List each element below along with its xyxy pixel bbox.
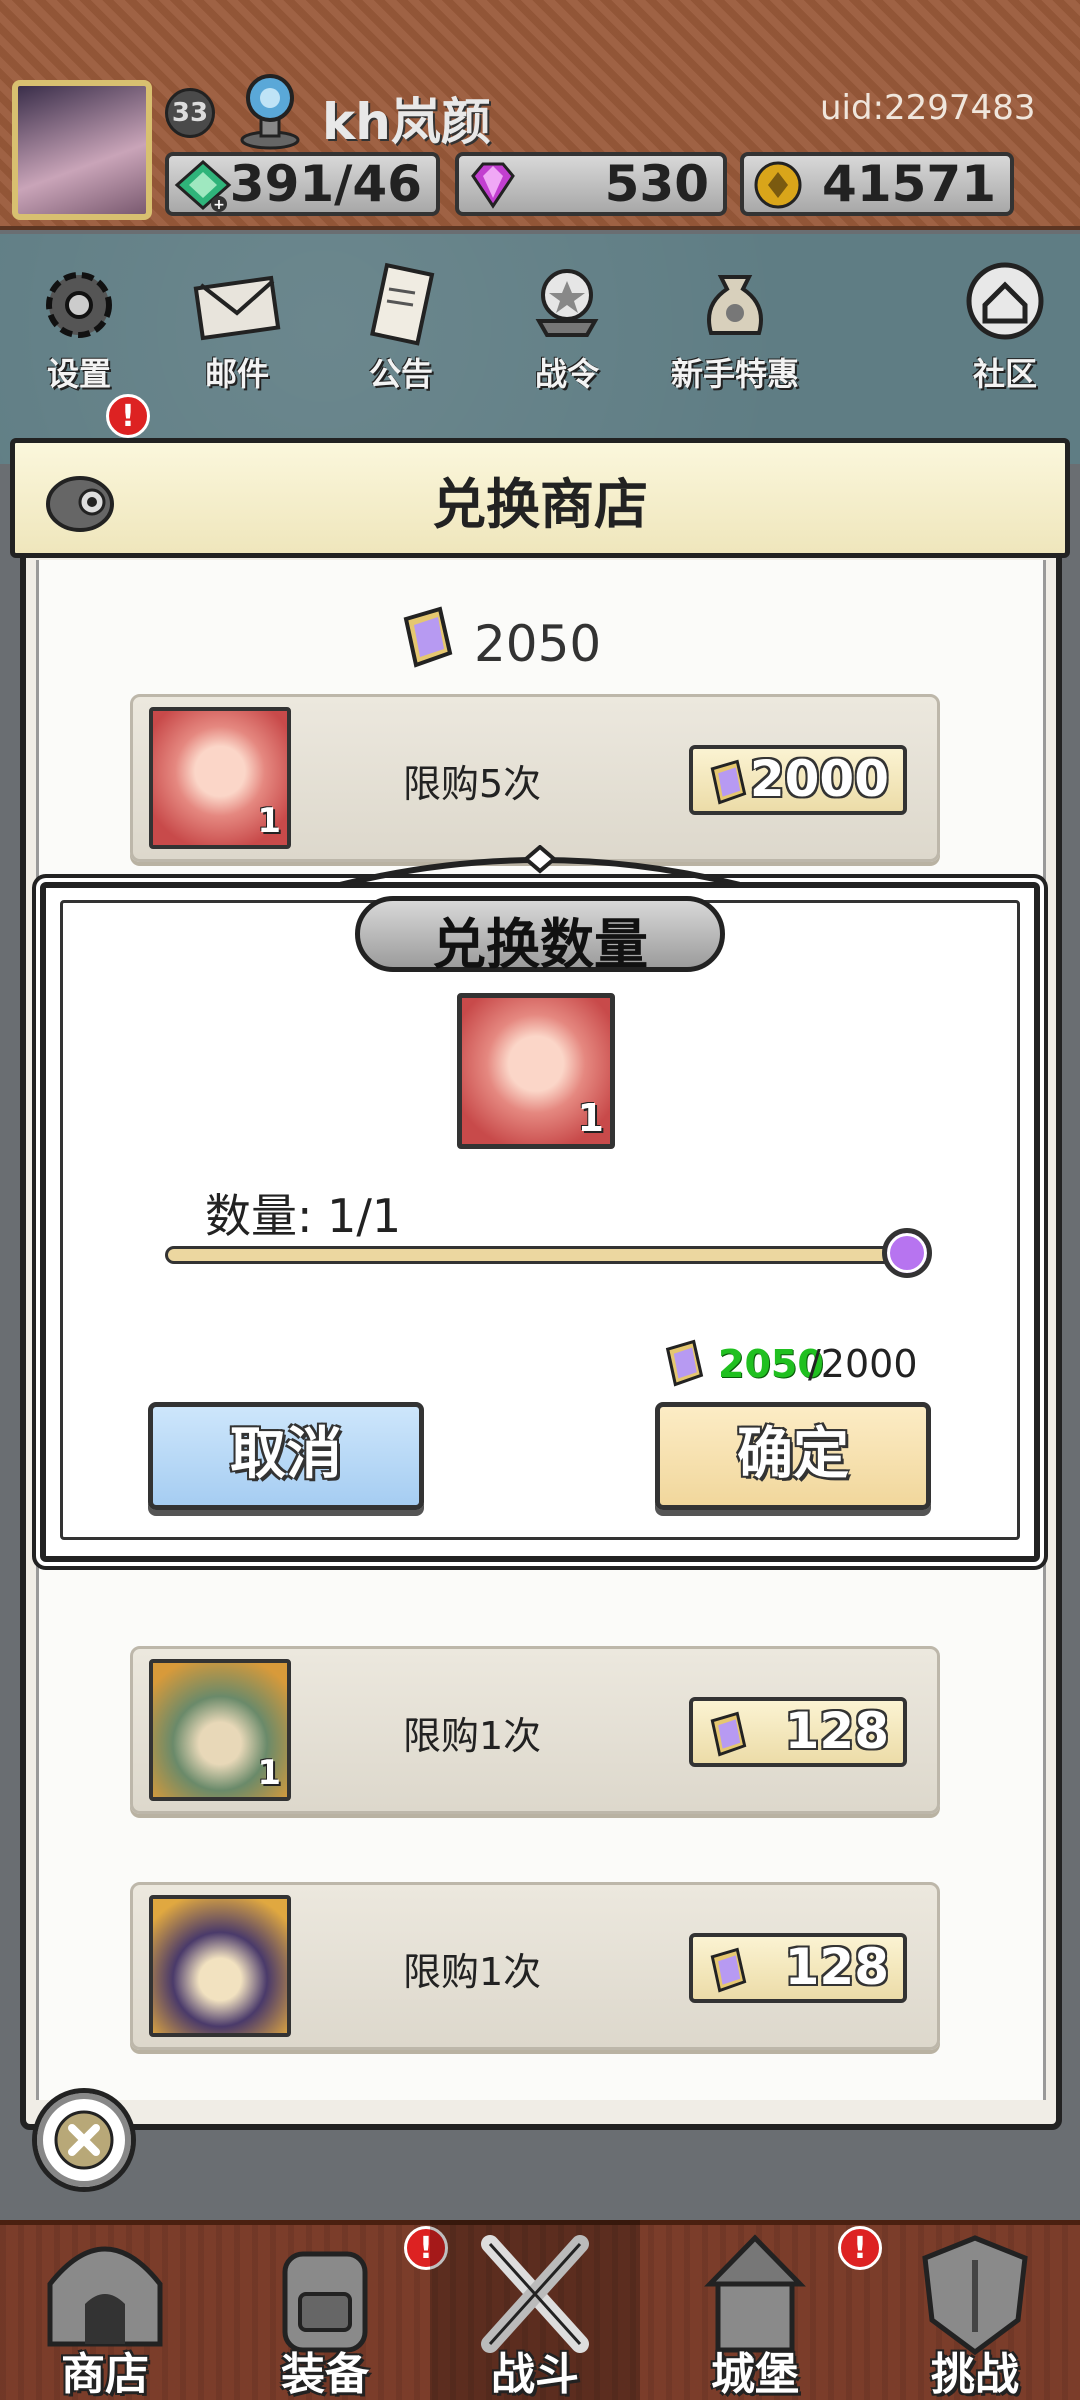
energy-icon: + <box>174 159 232 212</box>
community-button[interactable]: 社区 <box>940 255 1070 395</box>
nav-challenge-label: 挑战 <box>931 2349 1019 2400</box>
gold-counter[interactable]: 41571 <box>740 152 1014 216</box>
nav-shop-label: 商店 <box>61 2349 149 2400</box>
book-currency-icon <box>710 1947 747 1993</box>
item-purchase-limit: 限购5次 <box>403 762 542 806</box>
gem-counter[interactable]: 530 <box>455 152 727 216</box>
nav-shop[interactable]: 商店 <box>0 2220 210 2400</box>
gold-coin-icon <box>754 161 802 209</box>
settings-button[interactable]: 设置 <box>14 255 144 395</box>
item-price: 128 <box>784 1938 889 1996</box>
book-currency-icon <box>710 759 747 805</box>
energy-counter[interactable]: + 391/46 <box>165 152 440 216</box>
shop-item-card[interactable]: 1 限购5次 2000 <box>130 694 940 862</box>
player-name: kh岚颜 <box>322 93 491 151</box>
alert-badge: ! <box>106 394 150 438</box>
item-purchase-limit: 限购1次 <box>403 1714 542 1758</box>
item-price-button[interactable]: 128 <box>689 1933 907 2003</box>
confirm-button[interactable]: 确定 <box>655 1402 931 1510</box>
item-price-button[interactable]: 2000 <box>689 745 907 815</box>
item-price: 128 <box>784 1702 889 1760</box>
settings-label: 设置 <box>46 355 111 393</box>
book-currency-icon <box>665 1339 704 1387</box>
item-price-button[interactable]: 128 <box>689 1697 907 1767</box>
level-badge: 33 <box>165 88 215 138</box>
nav-castle-label: 城堡 <box>711 2349 799 2400</box>
dialog-item-portrait: 1 <box>457 993 615 1149</box>
mail-label: 邮件 <box>204 355 269 393</box>
nav-battle[interactable]: 战斗 <box>430 2220 640 2400</box>
notice-button[interactable]: 公告 <box>336 255 466 395</box>
gem-value: 530 <box>604 155 709 213</box>
item-portrait <box>149 1895 291 2037</box>
item-portrait: 1 <box>149 1659 291 1801</box>
rank-trophy-icon[interactable] <box>235 70 305 150</box>
player-uid: uid:2297483 <box>820 88 1036 128</box>
nav-equipment[interactable]: 装备 <box>220 2220 430 2400</box>
book-currency-icon <box>403 606 453 668</box>
mail-icon <box>193 275 281 341</box>
item-price: 2000 <box>749 750 889 808</box>
community-label: 社区 <box>972 355 1037 393</box>
notice-label: 公告 <box>368 355 433 393</box>
quantity-label: 数量: 1/1 <box>205 1180 401 1246</box>
battle-pass-label: 战令 <box>534 355 599 393</box>
nav-challenge[interactable]: 挑战 <box>870 2220 1080 2400</box>
shop-item-card[interactable]: 1 限购1次 128 <box>130 1646 940 1814</box>
scroll-icon <box>370 262 435 346</box>
nav-castle[interactable]: 城堡 <box>650 2220 860 2400</box>
shop-title: 兑换商店 <box>432 473 648 536</box>
nav-battle-label: 战斗 <box>491 2349 579 2400</box>
quantity-slider-track[interactable] <box>165 1246 910 1264</box>
shop-item-card[interactable]: 限购1次 128 <box>130 1882 940 2050</box>
item-purchase-limit: 限购1次 <box>403 1950 542 1994</box>
newbie-deals-label: 新手特惠 <box>670 355 799 393</box>
dialog-title: 兑换数量 <box>432 913 648 976</box>
close-icon <box>54 2110 114 2170</box>
shop-balance: 2050 <box>474 615 602 673</box>
gear-icon <box>46 272 112 338</box>
dialog-item-quantity: 1 <box>577 1096 604 1140</box>
gold-value: 41571 <box>822 155 996 213</box>
cost-required: /2000 <box>808 1342 918 1386</box>
book-currency-icon <box>710 1711 747 1757</box>
battle-pass-icon <box>535 269 599 337</box>
money-bag-icon <box>707 275 763 335</box>
newbie-deals-button[interactable]: 新手特惠 <box>660 255 810 395</box>
diamond-icon <box>471 162 515 209</box>
item-portrait: 1 <box>149 707 291 849</box>
mail-button[interactable]: 邮件 <box>172 255 302 395</box>
quantity-label-text: 数量: <box>205 1189 313 1243</box>
home-icon <box>966 262 1044 340</box>
item-quantity: 1 <box>257 1753 281 1793</box>
energy-value: 391/46 <box>229 155 422 213</box>
item-quantity: 1 <box>257 801 281 841</box>
svg-text:+: + <box>213 197 225 212</box>
quantity-value: 1/1 <box>327 1189 402 1243</box>
battle-pass-button[interactable]: 战令 <box>502 255 632 395</box>
quantity-slider-thumb[interactable] <box>882 1228 932 1278</box>
player-avatar[interactable] <box>12 80 152 220</box>
close-button[interactable] <box>32 2088 136 2192</box>
nav-equipment-label: 装备 <box>281 2349 369 2400</box>
cancel-button[interactable]: 取消 <box>148 1402 424 1510</box>
